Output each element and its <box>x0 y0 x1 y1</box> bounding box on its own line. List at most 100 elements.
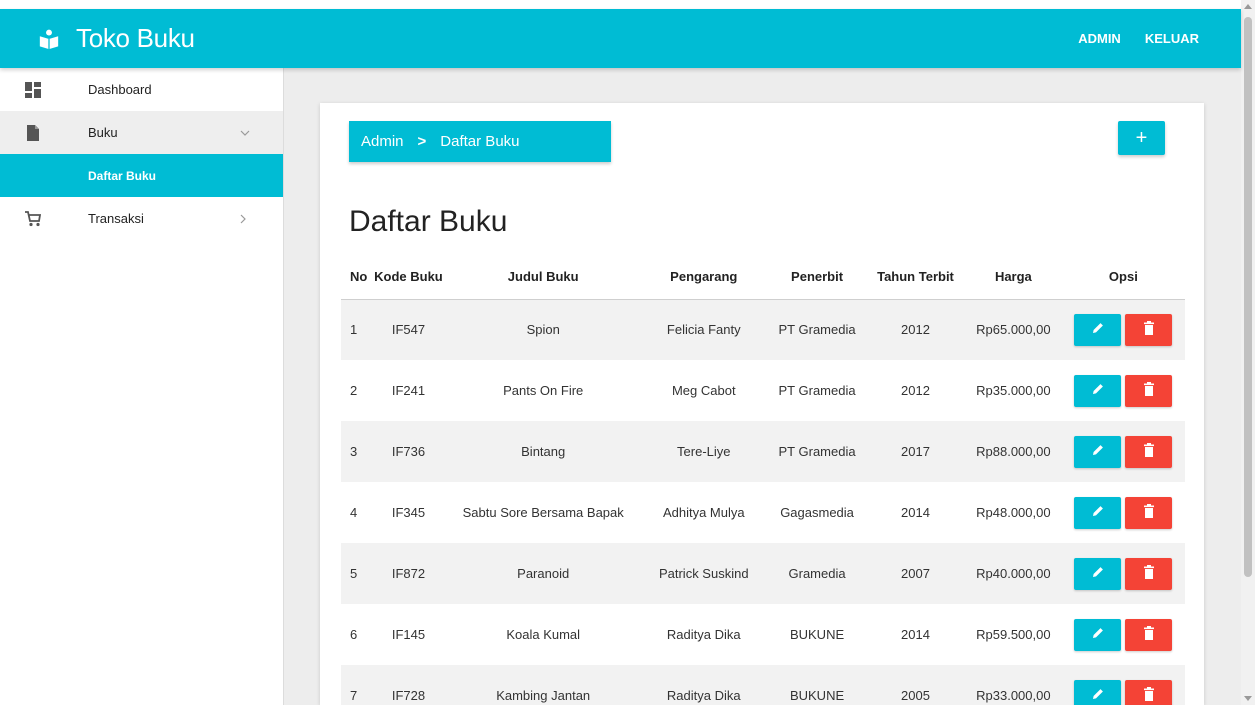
dashboard-icon <box>25 81 41 98</box>
scroll-down-arrow[interactable] <box>1244 696 1252 701</box>
edit-button[interactable] <box>1074 618 1122 651</box>
cell-harga: Rp65.000,00 <box>976 322 1051 338</box>
scroll-up-arrow[interactable] <box>1244 4 1252 9</box>
pencil-icon <box>1091 565 1105 582</box>
cell-harga: Rp88.000,00 <box>976 444 1051 459</box>
cell-opsi <box>1062 299 1185 360</box>
pencil-icon <box>1091 504 1105 521</box>
file-icon <box>27 124 39 141</box>
cell-kode: IF345 <box>391 505 426 520</box>
add-book-button[interactable]: + <box>1118 121 1165 155</box>
table-row: 2 IF241 Pants On Fire Meg Cabot PT Gramedia 2… <box>341 360 1185 421</box>
table-row: 5 IF872 Paranoid Patrick Suskind Gramedia 200… <box>341 543 1185 604</box>
cell-no: 1 <box>350 322 358 338</box>
row-actions <box>1062 618 1185 651</box>
cell-no: 7 <box>350 688 358 703</box>
row-actions <box>1062 313 1185 346</box>
page-scrollbar[interactable] <box>1241 0 1255 705</box>
table-row: 7 IF728 Kambing Jantan Raditya Dika BUKUNE 20… <box>341 665 1185 705</box>
sidebar-item-dashboard[interactable]: Dashboard <box>0 68 283 111</box>
row-actions <box>1062 435 1185 468</box>
cell-opsi <box>1062 421 1185 482</box>
edit-button[interactable] <box>1074 435 1122 468</box>
cell-penerbit: BUKUNE <box>789 627 845 642</box>
cell-harga: Rp33.000,00 <box>976 688 1051 703</box>
sidebar-item-label: Transaksi <box>88 211 144 226</box>
cell-no: 4 <box>350 505 358 520</box>
cell-harga: Rp59.500,00 <box>976 627 1051 642</box>
delete-button[interactable] <box>1125 496 1173 529</box>
pencil-icon <box>1091 626 1105 643</box>
table-row: 3 IF736 Bintang Tere-Liye PT Gramedia 2017 Rp8… <box>341 421 1185 482</box>
cell-kode: IF145 <box>391 627 426 642</box>
pencil-icon <box>1091 382 1105 399</box>
col-header-no: No <box>341 253 370 300</box>
trash-icon <box>1143 626 1155 643</box>
row-actions <box>1062 679 1185 705</box>
cell-tahun: 2007 <box>901 566 930 581</box>
cell-pengarang: Meg Cabot <box>671 383 736 398</box>
cell-tahun: 2012 <box>901 383 930 398</box>
cell-opsi <box>1062 604 1185 665</box>
pencil-icon <box>1091 443 1105 460</box>
brand-name: Toko Buku <box>76 23 195 53</box>
delete-button[interactable] <box>1125 679 1173 705</box>
delete-button[interactable] <box>1125 435 1173 468</box>
cell-tahun: 2012 <box>901 322 930 338</box>
book-logo-icon <box>39 29 59 49</box>
edit-button[interactable] <box>1074 496 1122 529</box>
page-title: Daftar Buku <box>349 205 508 238</box>
cell-judul: Spion <box>526 322 560 338</box>
trash-icon <box>1143 321 1155 338</box>
edit-button[interactable] <box>1074 374 1122 407</box>
scroll-thumb[interactable] <box>1244 17 1252 577</box>
delete-button[interactable] <box>1125 313 1173 346</box>
sidebar-item-label: Dashboard <box>88 82 152 97</box>
cell-penerbit: Gramedia <box>788 566 846 581</box>
cell-judul: Paranoid <box>517 566 570 581</box>
cell-tahun: 2014 <box>901 505 930 520</box>
cell-kode: IF728 <box>391 688 426 703</box>
cell-no: 6 <box>350 627 358 642</box>
cell-judul: Kambing Jantan <box>496 688 591 703</box>
sidebar-item-transaksi[interactable]: Transaksi <box>0 197 283 240</box>
admin-link[interactable]: ADMIN <box>1078 31 1121 46</box>
cell-opsi <box>1062 665 1185 705</box>
cell-opsi <box>1062 360 1185 421</box>
cell-judul: Bintang <box>521 444 566 459</box>
table-row: 6 IF145 Koala Kumal Raditya Dika BUKUNE 2014 R… <box>341 604 1185 665</box>
edit-button[interactable] <box>1074 557 1122 590</box>
logout-link[interactable]: KELUAR <box>1145 31 1199 46</box>
row-actions <box>1062 374 1185 407</box>
cell-opsi <box>1062 482 1185 543</box>
pencil-icon <box>1091 687 1105 704</box>
trash-icon <box>1143 504 1155 521</box>
cell-harga: Rp40.000,00 <box>976 566 1051 581</box>
cell-kode: IF736 <box>391 444 426 459</box>
breadcrumb-root[interactable]: Admin <box>361 133 404 150</box>
delete-button[interactable] <box>1125 374 1173 407</box>
edit-button[interactable] <box>1074 679 1122 705</box>
cell-penerbit: PT Gramedia <box>778 444 856 459</box>
sidebar-item-buku[interactable]: Buku <box>0 111 283 154</box>
delete-button[interactable] <box>1125 557 1173 590</box>
row-actions <box>1062 557 1185 590</box>
brand[interactable]: Toko Buku <box>38 9 195 68</box>
cell-pengarang: Patrick Suskind <box>658 566 749 581</box>
app-header: Toko Buku ADMIN KELUAR <box>0 9 1241 68</box>
sidebar-item-daftar-buku[interactable]: Daftar Buku <box>0 154 283 197</box>
delete-button[interactable] <box>1125 618 1173 651</box>
cell-kode: IF241 <box>391 383 426 398</box>
cart-icon <box>25 210 41 226</box>
cell-harga: Rp48.000,00 <box>976 505 1051 520</box>
cell-kode: IF547 <box>391 322 426 338</box>
books-table: No Kode Buku Judul Buku Pengarang Penerb… <box>341 253 1185 705</box>
cell-judul: Koala Kumal <box>506 627 581 642</box>
content-card: Admin > Daftar Buku + Daftar Buku No Kod… <box>320 103 1204 705</box>
cell-tahun: 2005 <box>901 688 930 703</box>
table-row: 1 IF547 Spion Felicia Fanty PT Gramedia 2012 R… <box>341 299 1185 360</box>
cell-judul: Pants On Fire <box>503 383 584 398</box>
sidebar: Dashboard Buku Daftar Buku Transaksi <box>0 68 284 705</box>
edit-button[interactable] <box>1074 313 1122 346</box>
cell-tahun: 2014 <box>901 627 930 642</box>
